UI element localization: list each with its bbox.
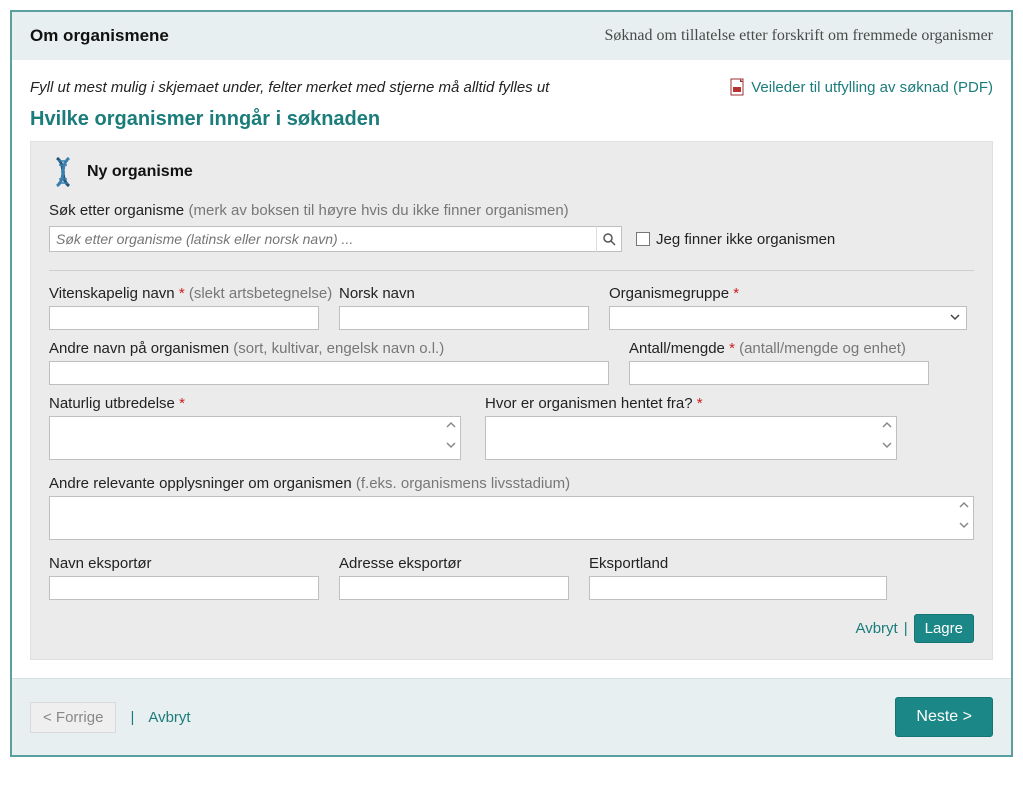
pdf-icon [730,78,746,96]
divider [49,270,974,271]
other-info-textarea[interactable] [49,496,974,540]
other-names-input[interactable] [49,361,609,385]
natural-distribution-label: Naturlig utbredelse [49,395,175,412]
breadcrumb: Søknad om tillatelse etter forskrift om … [605,27,993,45]
pdf-link-label: Veileder til utfylling av søknad (PDF) [751,79,993,96]
other-info-hint: (f.eks. organismens livsstadium) [356,475,570,492]
amount-hint: (antall/mengde og enhet) [739,340,906,357]
search-label: Søk etter organisme [49,202,184,219]
nor-name-label: Norsk navn [339,285,589,302]
amount-input[interactable] [629,361,929,385]
export-country-input[interactable] [589,576,887,600]
exporter-address-label: Adresse eksportør [339,555,569,572]
group-label: Organismegruppe [609,285,729,302]
required-marker: * [733,285,739,302]
required-marker: * [729,340,735,357]
amount-label: Antall/mengde [629,340,725,357]
search-hint: (merk av boksen til høyre hvis du ikke f… [189,202,569,219]
pdf-guide-link[interactable]: Veileder til utfylling av søknad (PDF) [730,78,993,96]
chevron-down-icon [949,311,961,323]
not-found-checkbox[interactable] [636,232,650,246]
other-names-label: Andre navn på organismen [49,340,229,357]
intro-text: Fyll ut mest mulig i skjemaet under, fel… [30,79,549,96]
section-title: Hvilke organismer inngår i søknaden [30,108,993,131]
save-button[interactable]: Lagre [914,614,974,643]
export-country-label: Eksportland [589,555,887,572]
required-marker: * [697,395,703,412]
exporter-name-input[interactable] [49,576,319,600]
other-names-hint: (sort, kultivar, engelsk navn o.l.) [233,340,444,357]
panel-cancel-link[interactable]: Avbryt [855,620,897,637]
search-button[interactable] [596,226,622,252]
organism-panel: Ny organisme Søk etter organisme (merk a… [30,141,993,660]
required-marker: * [179,285,185,302]
header-bar: Om organismene Søknad om tillatelse ette… [12,12,1011,60]
exporter-name-label: Navn eksportør [49,555,319,572]
previous-button[interactable]: < Forrige [30,702,116,733]
not-found-checkbox-wrap[interactable]: Jeg finner ikke organismen [636,231,835,248]
organism-search-input[interactable] [49,226,622,252]
norwegian-name-input[interactable] [339,306,589,330]
page-title: Om organismene [30,26,169,46]
dna-icon [49,156,77,188]
next-button[interactable]: Neste > [895,697,993,737]
origin-textarea[interactable] [485,416,897,460]
scientific-name-input[interactable] [49,306,319,330]
divider-pipe: | [904,620,908,637]
sci-name-hint: (slekt artsbetegnelse) [189,285,332,302]
required-marker: * [179,395,185,412]
exporter-address-input[interactable] [339,576,569,600]
search-icon [603,233,616,246]
footer-bar: < Forrige | Avbryt Neste > [12,678,1011,755]
panel-title: Ny organisme [87,163,193,181]
sci-name-label: Vitenskapelig navn [49,285,175,302]
other-info-label: Andre relevante opplysninger om organism… [49,475,352,492]
divider-pipe: | [130,709,134,726]
natural-distribution-textarea[interactable] [49,416,461,460]
origin-label: Hvor er organismen hentet fra? [485,395,693,412]
organism-group-select[interactable] [609,306,967,330]
footer-cancel-link[interactable]: Avbryt [148,709,190,726]
not-found-label: Jeg finner ikke organismen [656,231,835,248]
